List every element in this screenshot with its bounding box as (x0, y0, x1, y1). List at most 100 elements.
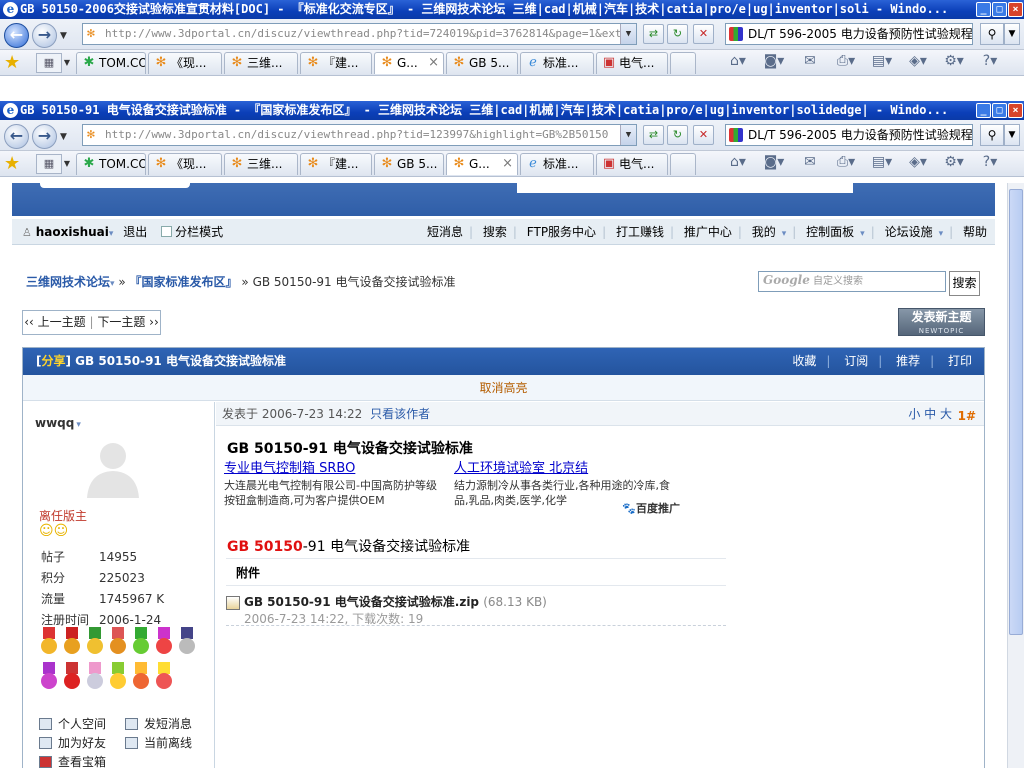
tab-item[interactable]: ✻ 《现... (148, 153, 222, 175)
quick-tabs-icon[interactable]: ▦ (36, 154, 62, 174)
new-topic-button[interactable]: 发表新主题 NEWTOPIC (898, 308, 985, 336)
nav-mine[interactable]: 我的 (752, 225, 776, 239)
medal-icon[interactable] (131, 627, 151, 655)
cancel-highlight-link[interactable]: 取消高亮 (23, 375, 984, 401)
ad-link[interactable]: 人工环境试验室 北京结 (454, 460, 674, 478)
address-dropdown-icon[interactable]: ▼ (620, 125, 636, 145)
user-menu-icon[interactable]: ▾ (109, 229, 114, 239)
next-thread-link[interactable]: 下一主题 ›› (97, 315, 158, 329)
close-window-button[interactable]: × (1008, 103, 1023, 118)
tab-item[interactable]: ℯ 标准... (520, 153, 594, 175)
back-button[interactable]: ← (4, 124, 29, 149)
print-icon[interactable]: ⎙▾ (828, 154, 864, 170)
tab-close-icon[interactable]: × (428, 53, 439, 73)
tab-item[interactable]: ✻ 三维... (224, 52, 298, 74)
chevron-down-icon[interactable]: ▾ (939, 229, 944, 239)
nav-facilities[interactable]: 论坛设施 (885, 225, 933, 239)
add-friend-link[interactable]: 加为好友 (39, 734, 119, 753)
google-search-button[interactable]: 搜索 (949, 271, 980, 296)
search-options-icon[interactable]: ▼ (1004, 23, 1020, 45)
search-input[interactable]: DL/T 596-2005 电力设备预防性试验规程 (725, 23, 973, 45)
address-bar[interactable]: ✻ http://www.3dportal.cn/discuz/viewthre… (82, 23, 637, 45)
refresh-icon[interactable]: ↻ (667, 24, 688, 44)
nav-search[interactable]: 搜索 (483, 225, 507, 239)
favorites-star-icon[interactable]: ★ (4, 52, 20, 73)
minimize-button[interactable]: _ (976, 2, 991, 17)
address-dropdown-icon[interactable]: ▼ (620, 24, 636, 44)
medal-icon[interactable] (177, 627, 197, 655)
medal-icon[interactable] (154, 662, 174, 690)
prev-thread-link[interactable]: ‹‹ 上一主题 (24, 315, 85, 329)
post-floor[interactable]: 1# (958, 404, 976, 428)
mail-icon[interactable]: ✉ (792, 154, 828, 170)
google-search-input[interactable]: Google 自定义搜索 (758, 271, 946, 292)
close-window-button[interactable]: × (1008, 2, 1023, 17)
tab-item[interactable]: ▣ 电气... (596, 153, 668, 175)
print-link[interactable]: 打印 (948, 354, 972, 368)
new-tab-button[interactable] (670, 52, 696, 74)
compat-icon[interactable]: ⇄ (643, 125, 664, 145)
back-button[interactable]: ← (4, 23, 29, 48)
medal-icon[interactable] (62, 662, 82, 690)
new-tab-button[interactable] (670, 153, 696, 175)
help-icon[interactable]: ?▾ (972, 53, 1008, 69)
nav-ftp[interactable]: FTP服务中心 (527, 225, 596, 239)
attachment-link[interactable]: GB 50150-91 电气设备交接试验标准.zip (244, 595, 479, 609)
font-size-controls[interactable]: 小 中 大 (908, 402, 952, 426)
search-options-icon[interactable]: ▼ (1004, 124, 1020, 146)
tab-item[interactable]: ✻ 『建... (300, 153, 372, 175)
history-dropdown-icon[interactable]: ▼ (60, 31, 67, 41)
tab-item[interactable]: ✻ 『建... (300, 52, 372, 74)
split-mode-checkbox[interactable] (161, 226, 173, 237)
tab-item[interactable]: ✻ 《现... (148, 52, 222, 74)
search-input[interactable]: DL/T 596-2005 电力设备预防性试验规程 (725, 124, 973, 146)
search-button[interactable]: ⚲ (980, 124, 1004, 146)
personal-space-link[interactable]: 个人空间 (39, 715, 119, 734)
medal-icon[interactable] (154, 627, 174, 655)
tab-item[interactable]: ℯ 标准... (520, 52, 594, 74)
address-bar[interactable]: ✻ http://www.3dportal.cn/discuz/viewthre… (82, 124, 637, 146)
feeds-icon[interactable]: ◙▾ (756, 53, 792, 69)
mail-icon[interactable]: ✉ (792, 53, 828, 69)
author-name[interactable]: wwqq ▾ (35, 416, 81, 430)
tab-item[interactable]: ▣ 电气... (596, 52, 668, 74)
medal-icon[interactable] (131, 662, 151, 690)
home-icon[interactable]: ⌂▾ (720, 154, 756, 170)
minimize-button[interactable]: _ (976, 103, 991, 118)
home-icon[interactable]: ⌂▾ (720, 53, 756, 69)
page-icon[interactable]: ▤▾ (864, 53, 900, 69)
tab-item[interactable]: ✻ 三维... (224, 153, 298, 175)
maximize-button[interactable]: □ (992, 103, 1007, 118)
ad-link[interactable]: 专业电气控制箱 SRBO (224, 460, 444, 478)
baidu-promo[interactable]: 🐾百度推广 (622, 501, 680, 516)
logout-link[interactable]: 退出 (123, 225, 147, 239)
maximize-button[interactable]: □ (992, 2, 1007, 17)
nav-control-panel[interactable]: 控制面板 (806, 225, 854, 239)
subscribe-link[interactable]: 订阅 (844, 354, 868, 368)
favorite-link[interactable]: 收藏 (792, 354, 816, 368)
search-button[interactable]: ⚲ (980, 23, 1004, 45)
medal-icon[interactable] (85, 662, 105, 690)
scrollbar-thumb[interactable] (1009, 189, 1023, 635)
help-icon[interactable]: ?▾ (972, 154, 1008, 170)
nav-messages[interactable]: 短消息 (427, 225, 463, 239)
tab-list-dropdown-icon[interactable]: ▼ (62, 53, 72, 73)
chevron-down-icon[interactable]: ▾ (782, 229, 787, 239)
stop-icon[interactable]: ✕ (693, 125, 714, 145)
quick-tabs-icon[interactable]: ▦ (36, 53, 62, 73)
chevron-down-icon[interactable]: ▾ (860, 229, 865, 239)
medal-icon[interactable] (62, 627, 82, 655)
history-dropdown-icon[interactable]: ▼ (60, 132, 67, 142)
stop-icon[interactable]: ✕ (693, 24, 714, 44)
only-author-link[interactable]: 只看该作者 (370, 407, 430, 421)
safety-icon[interactable]: ◈▾ (900, 154, 936, 170)
tab-item[interactable]: ✻ GB 5... (446, 52, 518, 74)
forward-button[interactable]: → (32, 23, 57, 48)
tab-tom[interactable]: ✱TOM.COM (76, 153, 146, 175)
vertical-scrollbar[interactable] (1007, 183, 1024, 768)
forward-button[interactable]: → (32, 124, 57, 149)
tab-close-icon[interactable]: × (502, 154, 513, 174)
window-titlebar[interactable]: e GB 50150-91 电气设备交接试验标准 - 『国家标准发布区』 - 三… (0, 101, 1024, 120)
tab-list-dropdown-icon[interactable]: ▼ (62, 154, 72, 174)
medal-icon[interactable] (108, 627, 128, 655)
